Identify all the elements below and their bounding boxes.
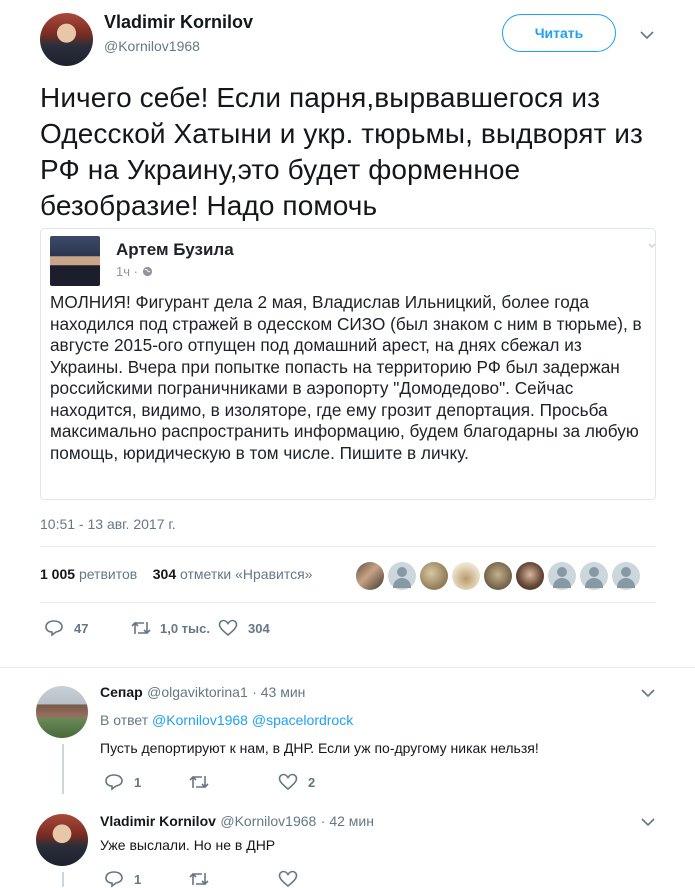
chevron-down-icon	[648, 243, 656, 249]
retweet-action[interactable]: 1,0 тыс.	[130, 619, 210, 637]
tweet-stats: 1 005 ретвитов 304 отметки «Нравится»	[40, 566, 312, 582]
thread-line	[62, 872, 64, 887]
reply-icon	[105, 871, 123, 888]
follow-button[interactable]: Читать	[502, 14, 616, 52]
author-avatar[interactable]	[40, 13, 93, 66]
reply-time[interactable]: · 42 мин	[321, 813, 374, 829]
reply-icon	[45, 620, 63, 637]
reply-action[interactable]: 1	[104, 773, 141, 791]
like-count: 2	[308, 774, 316, 790]
dot-separator: ·	[133, 264, 142, 279]
liker-avatar[interactable]	[420, 562, 448, 590]
reply-author-avatar[interactable]	[36, 814, 88, 866]
reply-count: 1	[134, 871, 142, 887]
retweet-action[interactable]	[188, 870, 218, 888]
reply-action[interactable]: 47	[44, 619, 88, 637]
reply-header: Сепар @olgaviktorina1 · 43 мин	[100, 684, 305, 702]
likes-stat[interactable]: 304 отметки «Нравится»	[153, 566, 313, 582]
mention-link[interactable]: @Kornilov1968	[152, 712, 248, 728]
quoted-author-avatar	[50, 236, 100, 286]
chevron-down-icon[interactable]	[641, 817, 655, 827]
like-action[interactable]: 2	[278, 773, 315, 791]
liker-avatar[interactable]	[580, 562, 608, 590]
liker-avatar[interactable]	[484, 562, 512, 590]
liker-avatar[interactable]	[452, 562, 480, 590]
reply-header: Vladimir Kornilov @Kornilov1968 · 42 мин	[100, 813, 374, 831]
retweet-count: 1,0 тыс.	[160, 620, 210, 636]
retweet-action[interactable]	[188, 773, 218, 791]
author-handle[interactable]: @Kornilov1968	[104, 38, 200, 54]
chevron-down-icon[interactable]	[641, 688, 655, 698]
liker-avatar[interactable]	[388, 562, 416, 590]
retweets-stat[interactable]: 1 005 ретвитов	[40, 566, 137, 582]
divider	[40, 546, 656, 547]
section-divider	[0, 667, 695, 668]
reply-count: 1	[134, 774, 142, 790]
in-reply-prefix: В ответ	[100, 712, 149, 728]
heart-icon	[278, 773, 298, 791]
like-count: 304	[248, 620, 270, 636]
liker-avatar[interactable]	[356, 562, 384, 590]
reply-author-handle[interactable]: @olgaviktorina1	[147, 684, 248, 700]
author-name[interactable]: Vladimir Kornilov	[104, 12, 253, 33]
reply-author-name[interactable]: Сепар	[100, 684, 143, 700]
reply-icon	[105, 774, 123, 791]
divider	[40, 602, 656, 603]
in-reply-to: В ответ @Kornilov1968 @spacelordrock	[100, 712, 353, 728]
reply-time[interactable]: · 43 мин	[252, 684, 305, 700]
thread-line	[62, 744, 64, 794]
quoted-post-text: МОЛНИЯ! Фигурант дела 2 мая, Владислав И…	[50, 292, 642, 463]
reply-action[interactable]: 1	[104, 870, 141, 888]
reply-author-handle[interactable]: @Kornilov1968	[220, 813, 316, 829]
reply-count: 47	[74, 620, 89, 636]
retweet-icon	[189, 775, 209, 789]
retweet-icon	[131, 621, 151, 635]
mention-link[interactable]: @spacelordrock	[252, 712, 353, 728]
retweet-icon	[189, 872, 209, 886]
tweet-text: Ничего себе! Если парня,вырвавшегося из …	[40, 82, 643, 221]
reply-author-avatar[interactable]	[36, 686, 88, 738]
tweet-timestamp[interactable]: 10:51 - 13 авг. 2017 г.	[40, 516, 176, 532]
like-action[interactable]: 304	[218, 619, 270, 637]
chevron-down-icon[interactable]	[640, 30, 654, 40]
quoted-post-time: 1ч ·	[116, 264, 153, 279]
liker-avatar[interactable]	[516, 562, 544, 590]
quoted-author-name: Артем Бузила	[116, 240, 234, 259]
globe-icon	[142, 266, 152, 277]
liker-avatar[interactable]	[612, 562, 640, 590]
heart-icon	[218, 619, 238, 637]
reply-author-name[interactable]: Vladimir Kornilov	[100, 813, 216, 829]
like-action[interactable]	[278, 870, 308, 888]
reply-text: Уже выслали. Но не в ДНР	[100, 837, 276, 853]
liker-avatar[interactable]	[548, 562, 576, 590]
reply-text: Пусть депортируют к нам, в ДНР. Если уж …	[100, 740, 539, 756]
heart-icon	[278, 870, 298, 888]
